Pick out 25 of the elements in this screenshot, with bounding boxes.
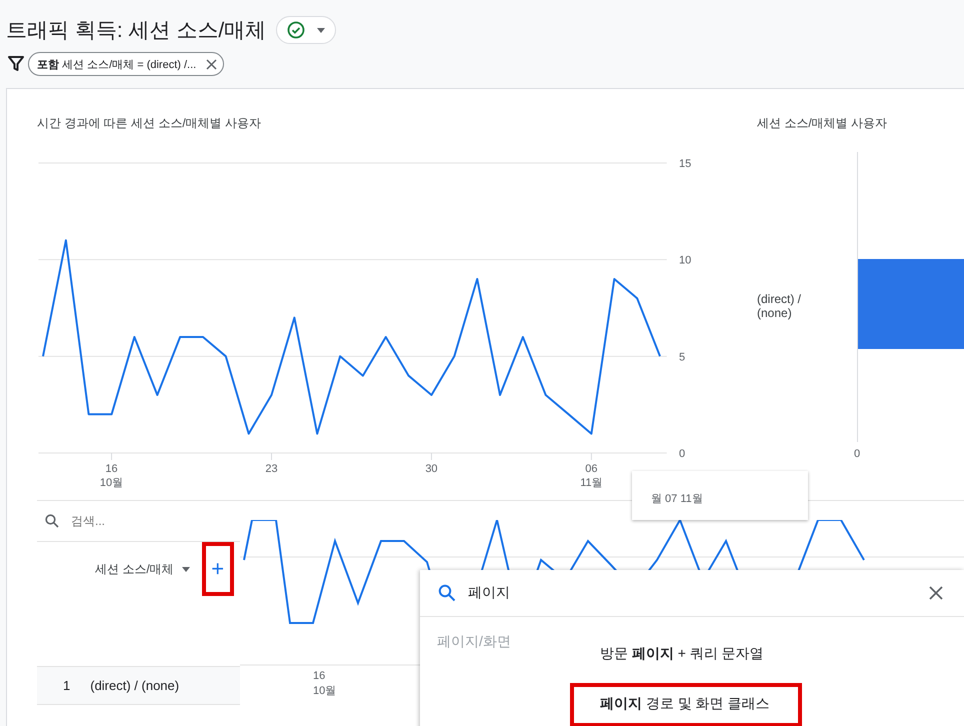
add-dimension-button[interactable]: + [202, 542, 234, 596]
filter-text: 포함 세션 소스/매체 = (direct) /... [37, 58, 196, 72]
chart-title: 시간 경과에 따른 세션 소스/매체별 사용자 [37, 115, 262, 132]
y-tick-label: 5 [679, 351, 686, 364]
x-tick-label: 23 [265, 463, 278, 475]
row-number: 1 [63, 678, 70, 693]
axis-label: 0 [854, 448, 860, 460]
x-tick-label: 30 [425, 463, 438, 475]
dimension-option[interactable]: 페이지 경로 및 화면 클래스 [570, 683, 802, 726]
y-tick-label: 15 [679, 158, 692, 170]
group-label: 페이지/화면 [436, 633, 512, 651]
chart-title: 세션 소스/매체별 사용자 [757, 115, 888, 132]
x-tick-label: 10월 [313, 684, 336, 698]
y-tick-label: 10 [679, 254, 692, 267]
page-title: 트래픽 획득: 세션 소스/매체 [6, 18, 266, 44]
y-tick-label: 0 [679, 448, 686, 460]
dimension-option[interactable]: 방문 페이지 + 쿼리 문자열 [570, 633, 802, 677]
x-tick-label: 16 [313, 670, 326, 682]
x-tick-label: 16 10월 [100, 463, 124, 489]
category-label: (direct) / (none) [757, 292, 802, 320]
table-cell: (direct) / (none) [90, 678, 180, 693]
x-tick-label: 06 11월 [580, 463, 603, 489]
filter-chip[interactable]: 포함 세션 소스/매체 = (direct) /... [28, 52, 224, 76]
tooltip-date: 월 07 11월 [651, 493, 703, 505]
column-header[interactable]: 세션 소스/매체 [95, 560, 174, 578]
